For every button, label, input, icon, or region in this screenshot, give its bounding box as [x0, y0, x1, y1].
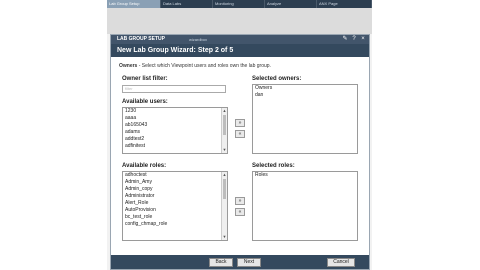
selected-roles-list[interactable]: Roles [252, 171, 358, 241]
scrollbar-thumb[interactable] [223, 115, 226, 135]
wizard-header: New Lab Group Wizard: Step 2 of 5 [111, 44, 369, 57]
remove-owner-button[interactable]: « [235, 130, 245, 138]
scroll-up-icon[interactable]: ▲ [222, 108, 227, 114]
wizard-footer: Back Next Cancel [111, 255, 369, 269]
video-letterbox-left [0, 0, 107, 270]
list-item[interactable]: adams [123, 129, 227, 136]
list-item[interactable]: Alert_Role [123, 200, 227, 207]
wizard-body: Owners - Select which Viewpoint users an… [111, 57, 369, 255]
add-owner-button[interactable]: » [235, 119, 245, 127]
available-users-list[interactable]: 1230 aaaa ab165043 adams addtest2 adfini… [122, 107, 228, 154]
list-item[interactable]: Administrator [123, 193, 227, 200]
dialog-subtitle: wizardbox [189, 37, 208, 42]
list-item[interactable]: 1230 [123, 108, 227, 115]
page-background [107, 8, 372, 34]
list-item[interactable]: Owners [253, 85, 357, 92]
list-item[interactable]: Admin_Amy [123, 179, 227, 186]
close-icon[interactable]: × [360, 36, 366, 43]
scrollbar-thumb[interactable] [223, 179, 226, 199]
selected-roles-label: Selected roles: [252, 163, 295, 169]
scroll-down-icon[interactable]: ▼ [222, 234, 227, 240]
list-item[interactable]: dan [253, 92, 357, 99]
tab-lab-group-setup[interactable]: Lab Group Setup [107, 0, 161, 8]
lab-group-wizard-dialog: LAB GROUP SETUP wizardbox ✎ ? × New Lab … [110, 34, 370, 270]
video-letterbox-right [372, 0, 480, 270]
list-item[interactable]: aaaa [123, 115, 227, 122]
tab-analyze[interactable]: Analyze [265, 0, 317, 8]
tab-anx-page[interactable]: ANX Page [317, 0, 372, 8]
owner-filter-input[interactable]: filter [122, 85, 226, 93]
available-roles-label: Available roles: [122, 163, 167, 169]
selected-owners-label: Selected owners: [252, 76, 302, 82]
application-window: Lab Group Setup Data Labs Monitoring Ana… [107, 0, 372, 270]
scroll-up-icon[interactable]: ▲ [222, 172, 227, 178]
add-role-button[interactable]: » [235, 197, 245, 205]
list-item[interactable]: config_chmap_role [123, 221, 227, 228]
dialog-titlebar: LAB GROUP SETUP wizardbox ✎ ? × [111, 35, 369, 44]
owner-filter-label: Owner list filter: [122, 76, 168, 82]
available-users-label: Available users: [122, 99, 168, 105]
wizard-title: New Lab Group Wizard: Step 2 of 5 [117, 47, 234, 54]
tab-monitoring[interactable]: Monitoring [213, 0, 265, 8]
remove-role-button[interactable]: « [235, 208, 245, 216]
scrollbar[interactable]: ▲ ▼ [221, 172, 227, 240]
selected-owners-list[interactable]: Owners dan [252, 84, 358, 154]
list-item[interactable]: Roles [253, 172, 357, 179]
list-item[interactable]: Admin_copy [123, 186, 227, 193]
list-item[interactable]: ab165043 [123, 122, 227, 129]
instructions-text: - Select which Viewpoint users and roles… [137, 63, 271, 69]
list-item[interactable]: AutoProvision [123, 207, 227, 214]
list-item[interactable]: addtest2 [123, 136, 227, 143]
list-item[interactable]: adfinitest [123, 143, 227, 150]
instructions-heading: Owners [119, 63, 138, 69]
list-item[interactable]: bc_test_role [123, 214, 227, 221]
scroll-down-icon[interactable]: ▼ [222, 147, 227, 153]
pin-icon[interactable]: ✎ [342, 36, 348, 43]
tab-data-labs[interactable]: Data Labs [161, 0, 213, 8]
list-item[interactable]: adhoctest [123, 172, 227, 179]
top-navigation: Lab Group Setup Data Labs Monitoring Ana… [107, 0, 372, 8]
dialog-title: LAB GROUP SETUP [117, 36, 165, 42]
back-button[interactable]: Back [209, 258, 233, 267]
instructions: Owners - Select which Viewpoint users an… [119, 62, 271, 70]
available-roles-list[interactable]: adhoctest Admin_Amy Admin_copy Administr… [122, 171, 228, 241]
help-icon[interactable]: ? [351, 36, 357, 43]
scrollbar[interactable]: ▲ ▼ [221, 108, 227, 153]
cancel-button[interactable]: Cancel [327, 258, 355, 267]
next-button[interactable]: Next [237, 258, 261, 267]
